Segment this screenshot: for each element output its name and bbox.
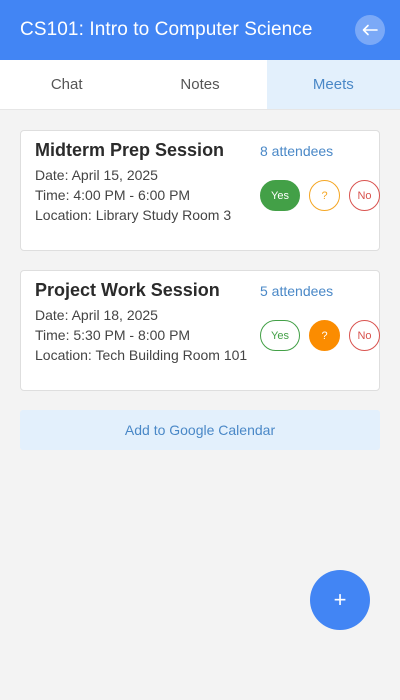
rsvp-group: Yes ? No xyxy=(260,180,380,211)
plus-icon: + xyxy=(333,587,347,612)
rsvp-yes-button[interactable]: Yes xyxy=(260,180,300,211)
header: CS101: Intro to Computer Science xyxy=(0,0,400,60)
tab-chat[interactable]: Chat xyxy=(0,60,133,109)
meeting-card[interactable]: Midterm Prep Session 8 attendees Date: A… xyxy=(20,130,380,251)
rsvp-group: Yes ? No xyxy=(260,320,380,351)
tab-meets[interactable]: Meets xyxy=(266,60,400,109)
rsvp-yes-button[interactable]: Yes xyxy=(260,320,300,351)
app: CS101: Intro to Computer Science Chat No… xyxy=(0,0,400,700)
add-to-google-calendar-button[interactable]: Add to Google Calendar xyxy=(20,410,380,450)
meetings-list: Midterm Prep Session 8 attendees Date: A… xyxy=(0,110,400,450)
tab-bar: Chat Notes Meets xyxy=(0,60,400,110)
meeting-card[interactable]: Project Work Session 5 attendees Date: A… xyxy=(20,270,380,391)
arrow-left-icon xyxy=(362,24,378,36)
rsvp-maybe-button[interactable]: ? xyxy=(309,180,340,211)
attendees-link[interactable]: 8 attendees xyxy=(260,143,333,159)
back-button[interactable] xyxy=(355,15,385,45)
add-meeting-button[interactable]: + xyxy=(310,570,370,630)
rsvp-no-button[interactable]: No xyxy=(349,180,380,211)
rsvp-maybe-button[interactable]: ? xyxy=(309,320,340,351)
attendees-link[interactable]: 5 attendees xyxy=(260,283,333,299)
tab-notes[interactable]: Notes xyxy=(133,60,266,109)
page-title: CS101: Intro to Computer Science xyxy=(20,19,313,40)
rsvp-no-button[interactable]: No xyxy=(349,320,380,351)
